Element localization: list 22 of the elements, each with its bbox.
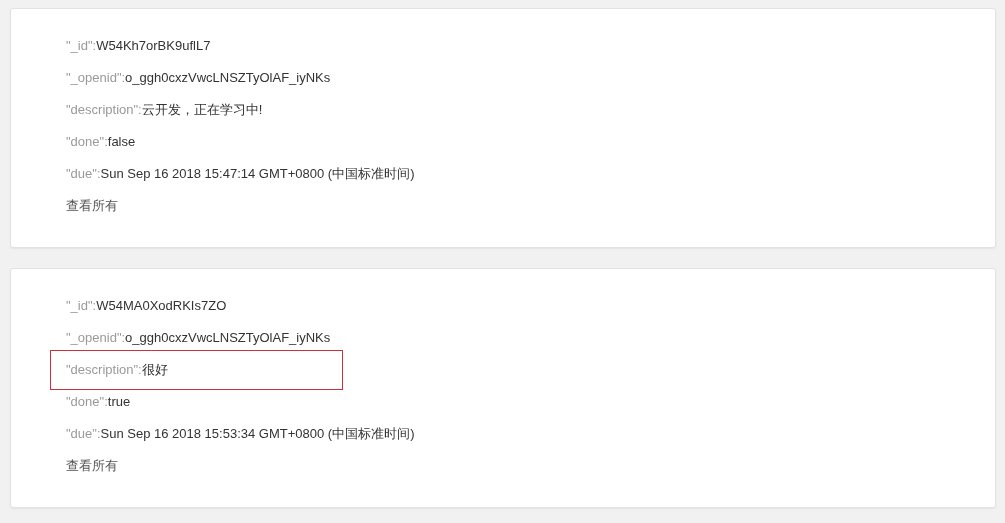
view-all-link[interactable]: 查看所有 [66, 198, 118, 213]
field-value: true [107, 394, 131, 409]
field-value: 很好 [141, 362, 168, 377]
field-key: "_openid": [66, 70, 126, 85]
field-key: "description": [66, 362, 142, 377]
field-value: Sun Sep 16 2018 15:47:14 GMT+0800 (中国标准时间) [100, 166, 415, 181]
field-key: "due": [66, 426, 101, 441]
field-key: "_id": [66, 298, 97, 313]
field-value: o_ggh0cxzVwcLNSZTyOlAF_iyNKs [125, 70, 331, 85]
field-value: W54Kh7orBK9uflL7 [96, 38, 211, 53]
field-key: "_openid": [66, 330, 126, 345]
field-value: o_ggh0cxzVwcLNSZTyOlAF_iyNKs [125, 330, 331, 345]
field-value: 云开发，正在学习中! [141, 102, 263, 117]
view-all-link[interactable]: 查看所有 [66, 458, 118, 473]
field-key: "_id": [66, 38, 97, 53]
field-key: "done": [66, 394, 108, 409]
field-key: "done": [66, 134, 108, 149]
field-value: W54MA0XodRKIs7ZO [96, 298, 227, 313]
field-key: "due": [66, 166, 101, 181]
field-value: Sun Sep 16 2018 15:53:34 GMT+0800 (中国标准时间) [100, 426, 415, 441]
field-key: "description": [66, 102, 142, 117]
field-value: false [107, 134, 136, 149]
